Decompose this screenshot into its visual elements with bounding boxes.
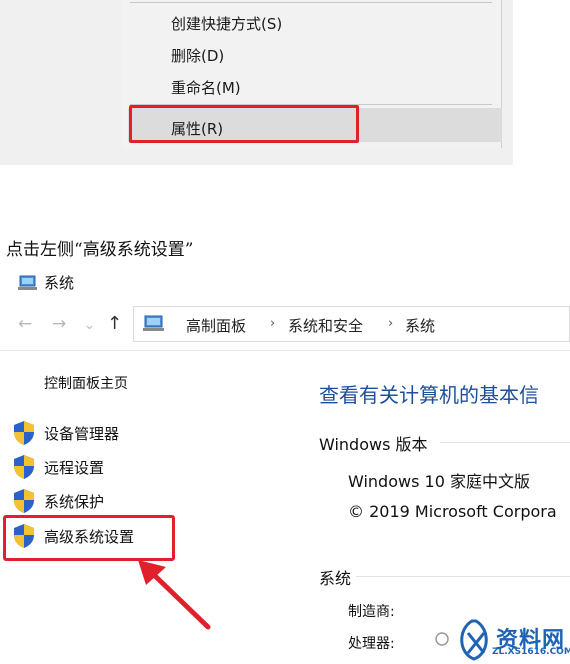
shield-icon <box>14 489 34 513</box>
sidebar-item-label: 设备管理器 <box>44 424 120 443</box>
menu-item-delete[interactable]: 删除(D) <box>171 45 224 66</box>
chevron-right-icon: › <box>270 316 276 331</box>
shield-icon <box>14 421 34 445</box>
breadcrumb-system[interactable]: 系统 <box>405 315 435 336</box>
instruction-caption: 点击左侧“高级系统设置” <box>6 240 194 260</box>
back-arrow-icon[interactable]: ← <box>18 314 32 334</box>
shield-icon <box>14 455 34 479</box>
menu-item-create-shortcut[interactable]: 创建快捷方式(S) <box>171 13 282 34</box>
sidebar-item-label: 远程设置 <box>44 458 105 477</box>
header-divider <box>0 350 570 351</box>
section-heading-system: 系统 <box>319 569 352 588</box>
highlight-box-properties <box>129 105 359 143</box>
breadcrumb-control-panel[interactable]: 高制面板 <box>186 315 246 336</box>
recent-locations-icon[interactable]: ⌄ <box>84 318 95 333</box>
forward-arrow-icon[interactable]: → <box>52 314 66 334</box>
sidebar-item-system-protection[interactable]: 系统保护 <box>12 488 104 514</box>
window-title: 系统 <box>44 274 75 292</box>
windows-edition-value: Windows 10 家庭中文版 <box>348 472 530 491</box>
manufacturer-label: 制造商: <box>348 604 395 620</box>
copyright-text: © 2019 Microsoft Corpora <box>348 502 557 521</box>
sidebar-item-label: 系统保护 <box>44 492 105 511</box>
sidebar-home-link[interactable]: 控制面板主页 <box>44 373 128 393</box>
sidebar-item-remote-settings[interactable]: 远程设置 <box>12 454 104 480</box>
breadcrumb-system-security[interactable]: 系统和安全 <box>288 315 363 336</box>
computer-icon <box>18 275 37 290</box>
menu-separator <box>130 2 492 3</box>
sidebar-item-device-manager[interactable]: 设备管理器 <box>12 420 119 446</box>
menu-item-rename[interactable]: 重命名(M) <box>171 77 241 98</box>
up-arrow-icon[interactable]: ↑ <box>107 313 122 334</box>
processor-label: 处理器: <box>348 636 395 652</box>
context-menu-screenshot: 创建快捷方式(S) 删除(D) 重命名(M) 属性(R) <box>0 0 513 165</box>
chevron-right-icon: › <box>388 316 394 331</box>
page-title: 查看有关计算机的基本信 <box>319 383 539 407</box>
section-heading-windows-edition: Windows 版本 <box>319 435 428 454</box>
section-divider <box>440 442 570 443</box>
red-arrow-icon <box>138 560 211 630</box>
section-divider <box>356 576 570 577</box>
watermark-url: ZL.XS1616.COM <box>492 647 570 657</box>
computer-icon <box>143 315 164 331</box>
